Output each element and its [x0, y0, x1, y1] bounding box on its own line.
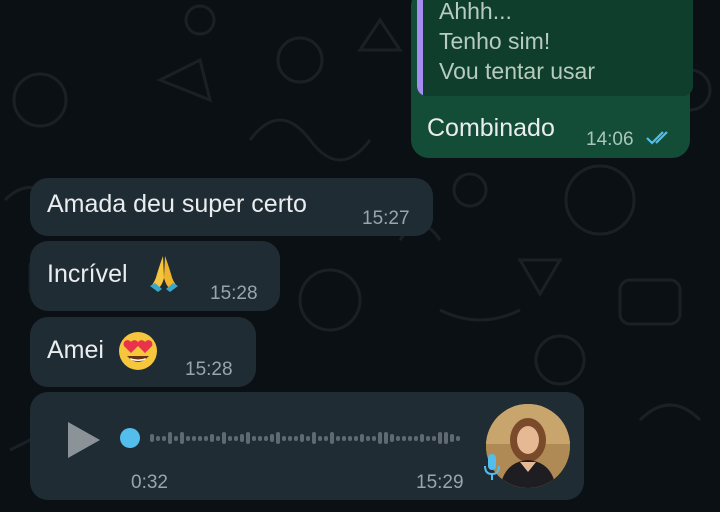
waveform-bar	[204, 435, 208, 441]
waveform-bar	[396, 435, 400, 441]
waveform-bar	[210, 434, 214, 442]
waveform-bar	[174, 435, 178, 441]
waveform-bar	[186, 435, 190, 441]
waveform-bar	[456, 435, 460, 441]
waveform-bar	[402, 435, 406, 441]
waveform-bar	[312, 432, 316, 444]
waveform-bar	[438, 432, 442, 444]
waveform-bar	[282, 435, 286, 441]
waveform-bar	[330, 432, 334, 444]
waveform-bar	[414, 435, 418, 441]
double-check-read-icon	[646, 131, 668, 145]
waveform-bar	[156, 435, 160, 441]
waveform-bar	[294, 435, 298, 441]
playback-position-dot[interactable]	[120, 428, 140, 448]
waveform-bar	[288, 435, 292, 441]
message-time: 14:06	[586, 129, 634, 150]
message-text: Amei	[47, 336, 104, 364]
waveform-bar	[324, 435, 328, 441]
waveform-bar	[150, 434, 154, 442]
waveform-bar	[378, 432, 382, 444]
waveform-bar	[360, 434, 364, 442]
waveform-bar	[372, 435, 376, 441]
waveform-bar	[408, 435, 412, 441]
waveform-bar	[390, 434, 394, 442]
waveform-bar	[336, 435, 340, 441]
waveform-bar	[342, 435, 346, 441]
play-icon[interactable]	[66, 420, 102, 460]
microphone-icon	[484, 454, 500, 480]
waveform-bar	[222, 432, 226, 444]
waveform-bar	[276, 432, 280, 444]
waveform-bar	[180, 432, 184, 444]
waveform-bar	[366, 435, 370, 441]
waveform-bar	[348, 435, 352, 441]
waveform-bar	[444, 432, 448, 444]
voice-waveform[interactable]	[150, 0, 462, 512]
quoted-line: Vou tentar usar	[439, 58, 595, 84]
waveform-bar	[216, 435, 220, 441]
waveform-bar	[234, 435, 238, 441]
waveform-bar	[162, 435, 166, 441]
waveform-bar	[426, 435, 430, 441]
waveform-bar	[450, 434, 454, 442]
waveform-bar	[258, 435, 262, 441]
waveform-bar	[354, 435, 358, 441]
waveform-bar	[264, 435, 268, 441]
waveform-bar	[168, 432, 172, 444]
waveform-bar	[384, 432, 388, 444]
waveform-bar	[432, 435, 436, 441]
waveform-bar	[198, 435, 202, 441]
waveform-bar	[270, 434, 274, 442]
waveform-bar	[246, 432, 250, 444]
waveform-bar	[300, 434, 304, 442]
waveform-bar	[252, 435, 256, 441]
waveform-bar	[306, 435, 310, 441]
waveform-bar	[318, 435, 322, 441]
waveform-bar	[420, 434, 424, 442]
waveform-bar	[192, 435, 196, 441]
message-text: Incrível	[47, 260, 128, 288]
waveform-bar	[228, 435, 232, 441]
waveform-bar	[240, 434, 244, 442]
